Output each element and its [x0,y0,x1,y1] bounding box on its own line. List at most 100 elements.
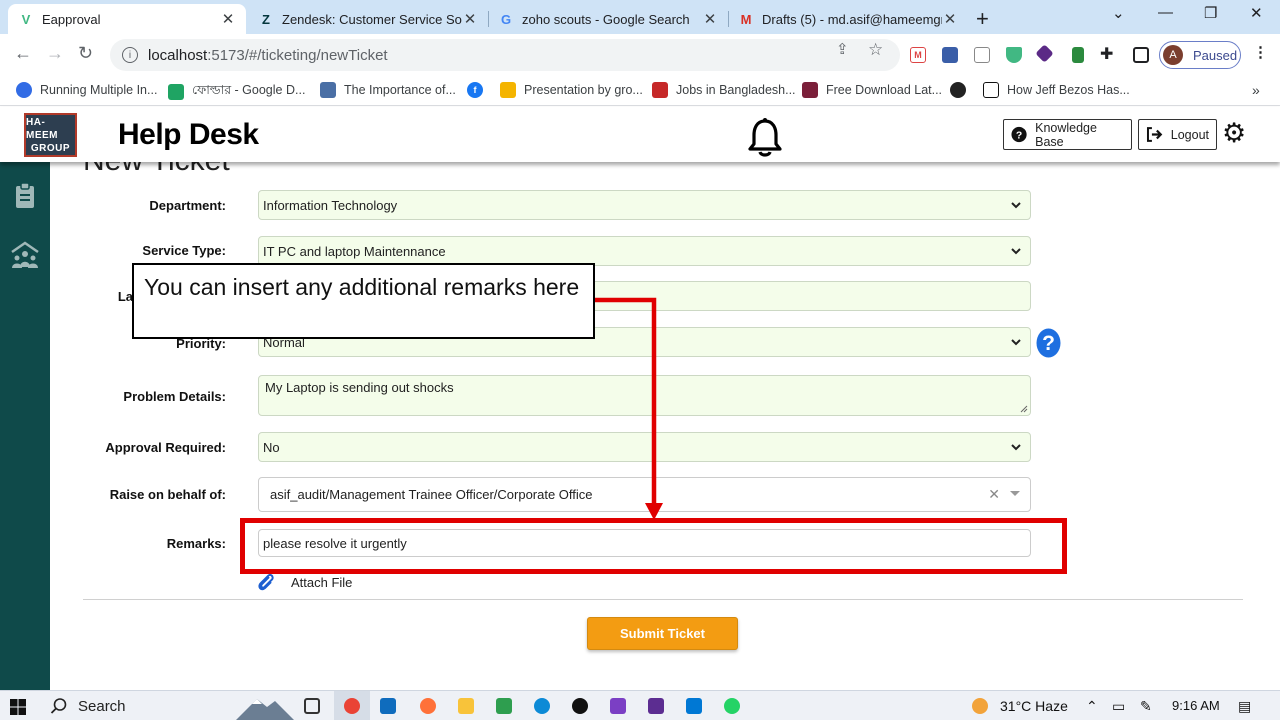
evernote-icon[interactable] [496,698,512,714]
avatar: A [1163,45,1183,65]
logo-line-1: HA-MEEM [26,116,58,141]
raise-on-behalf-select[interactable]: asif_audit/Management Trainee Officer/Co… [258,477,1031,512]
more-bookmarks-icon[interactable]: » [1252,82,1260,98]
tab-zendesk[interactable]: Z Zendesk: Customer Service Softw ✕ [248,4,488,34]
reload-icon[interactable]: ↻ [78,43,93,64]
file-explorer-icon[interactable] [458,698,474,714]
whatsapp-icon[interactable] [724,698,740,714]
restore-button[interactable]: ❐ [1204,4,1217,22]
bookmark-item[interactable]: f [467,82,491,98]
reader-extension-icon[interactable] [942,47,958,63]
forward-arrow-icon[interactable]: → [46,43,64,64]
eyedropper-extension-icon[interactable] [1072,47,1084,63]
notification-icon[interactable]: ▤ [1238,698,1251,715]
tab-google-search[interactable]: G zoho scouts - Google Search ✕ [488,4,728,34]
info-icon[interactable]: i [122,47,138,63]
profile-status: Paused [1193,47,1238,63]
kebab-menu-icon[interactable]: ⋮ [1253,43,1268,61]
department-select[interactable]: Information Technology [258,190,1031,220]
weather-sun-icon [972,698,988,714]
pen-icon[interactable]: ✎ [1140,698,1152,715]
company-logo[interactable]: HA-MEEM GROUP [24,113,77,157]
submit-ticket-button[interactable]: Submit Ticket [587,617,738,650]
document-extension-icon[interactable] [974,47,990,63]
close-icon[interactable]: ✕ [702,10,718,28]
browser-toolbar: ← → ↻ i localhost:5173/#/ticketing/newTi… [0,34,1280,76]
puzzle-icon[interactable]: ✚ [1100,44,1113,64]
vue-devtools-icon[interactable] [1006,47,1022,63]
bookmark-star-icon[interactable]: ☆ [868,40,883,60]
service-type-select[interactable]: IT PC and laptop Maintennance [258,236,1031,266]
search-icon [50,698,67,714]
logout-button[interactable]: Logout [1138,119,1217,150]
gmail-extension-icon[interactable]: M [910,47,926,63]
question-circle-icon[interactable]: ? [1036,328,1061,358]
weather-text[interactable]: 31°C Haze [1000,698,1068,714]
bookmark-item[interactable]: The Importance of... [320,82,456,98]
minimize-button[interactable]: — [1158,4,1173,21]
profile-button[interactable]: A Paused [1159,41,1241,69]
question-circle-icon: ? [1011,126,1027,143]
google-drive-icon [500,82,516,98]
knowledge-base-button[interactable]: ? Knowledge Base [1003,119,1132,150]
department-label: Department: [149,198,226,213]
battery-icon[interactable]: ▭ [1112,698,1125,715]
bookmark-label: How Jeff Bezos Has... [1007,83,1130,97]
window-close-button[interactable]: ✕ [1250,4,1263,22]
google-drive-icon [168,84,184,100]
share-icon[interactable]: ⇪ [836,40,849,58]
side-panel-icon[interactable] [1133,47,1149,63]
firefox-icon[interactable] [420,698,436,714]
task-view-icon[interactable] [304,698,320,714]
people-roof-icon[interactable] [10,240,40,270]
resize-handle-icon[interactable] [1020,405,1028,413]
bookmark-label: Jobs in Bangladesh... [676,83,796,97]
wsj-icon [983,82,999,98]
attach-file-label: Attach File [291,574,353,590]
gear-icon[interactable]: ⚙ [1222,120,1246,147]
close-icon[interactable]: ✕ [942,10,958,28]
address-bar[interactable]: i localhost:5173/#/ticketing/newTicket [110,39,900,71]
clock-time[interactable]: 9:16 AM [1172,698,1220,713]
chrome-icon[interactable] [344,698,360,714]
caret-down-icon[interactable] [1010,491,1020,496]
new-tab-button[interactable]: + [976,6,989,32]
logout-icon [1146,127,1163,142]
github-icon[interactable] [572,698,588,714]
back-arrow-icon[interactable]: ← [14,43,32,64]
visual-studio-icon[interactable] [610,698,626,714]
clear-icon[interactable]: ✕ [988,486,1000,503]
notification-bell-icon[interactable] [746,117,784,159]
approval-required-label: Approval Required: [105,440,226,455]
taskbar-search[interactable]: Search [40,691,295,720]
vscode-icon[interactable] [686,698,702,714]
tab-title: Eapproval [42,11,101,27]
tab-eapproval[interactable]: V Eapproval ✕ [8,4,246,34]
problem-details-value: My Laptop is sending out shocks [265,380,454,395]
bookmark-item[interactable] [950,82,974,98]
bookmark-item[interactable]: Free Download Lat... [802,82,942,98]
kubernetes-icon [16,82,32,98]
edge-icon[interactable] [534,698,550,714]
chevron-up-icon[interactable]: ⌃ [1086,698,1098,715]
bookmark-item[interactable]: ফোল্ডার - Google D... [168,82,305,102]
close-icon[interactable]: ✕ [462,10,478,28]
extension-badge-icon[interactable] [1035,44,1054,63]
approval-required-select[interactable]: No [258,432,1031,462]
bookmark-item[interactable]: Jobs in Bangladesh... [652,82,796,98]
terminal-icon[interactable] [648,698,664,714]
bookmark-item[interactable]: Presentation by gro... [500,82,643,98]
annotation-callout: You can insert any additional remarks he… [132,263,595,339]
bookmark-item[interactable]: Running Multiple In... [16,82,157,98]
cube-icon [320,82,336,98]
service-type-label: Service Type: [142,243,226,258]
tab-search-chevron-icon[interactable]: ⌄ [1112,4,1125,22]
problem-details-textarea[interactable]: My Laptop is sending out shocks [258,375,1031,416]
close-icon[interactable]: ✕ [220,10,236,28]
windows-start-icon[interactable] [10,699,26,715]
attach-file-button[interactable]: Attach File [257,572,352,592]
tab-gmail[interactable]: M Drafts (5) - md.asif@hameemgro ✕ [728,4,968,34]
clipboard-icon[interactable] [10,181,40,211]
bookmark-item[interactable]: How Jeff Bezos Has... [983,82,1130,98]
mail-icon[interactable] [380,698,396,714]
